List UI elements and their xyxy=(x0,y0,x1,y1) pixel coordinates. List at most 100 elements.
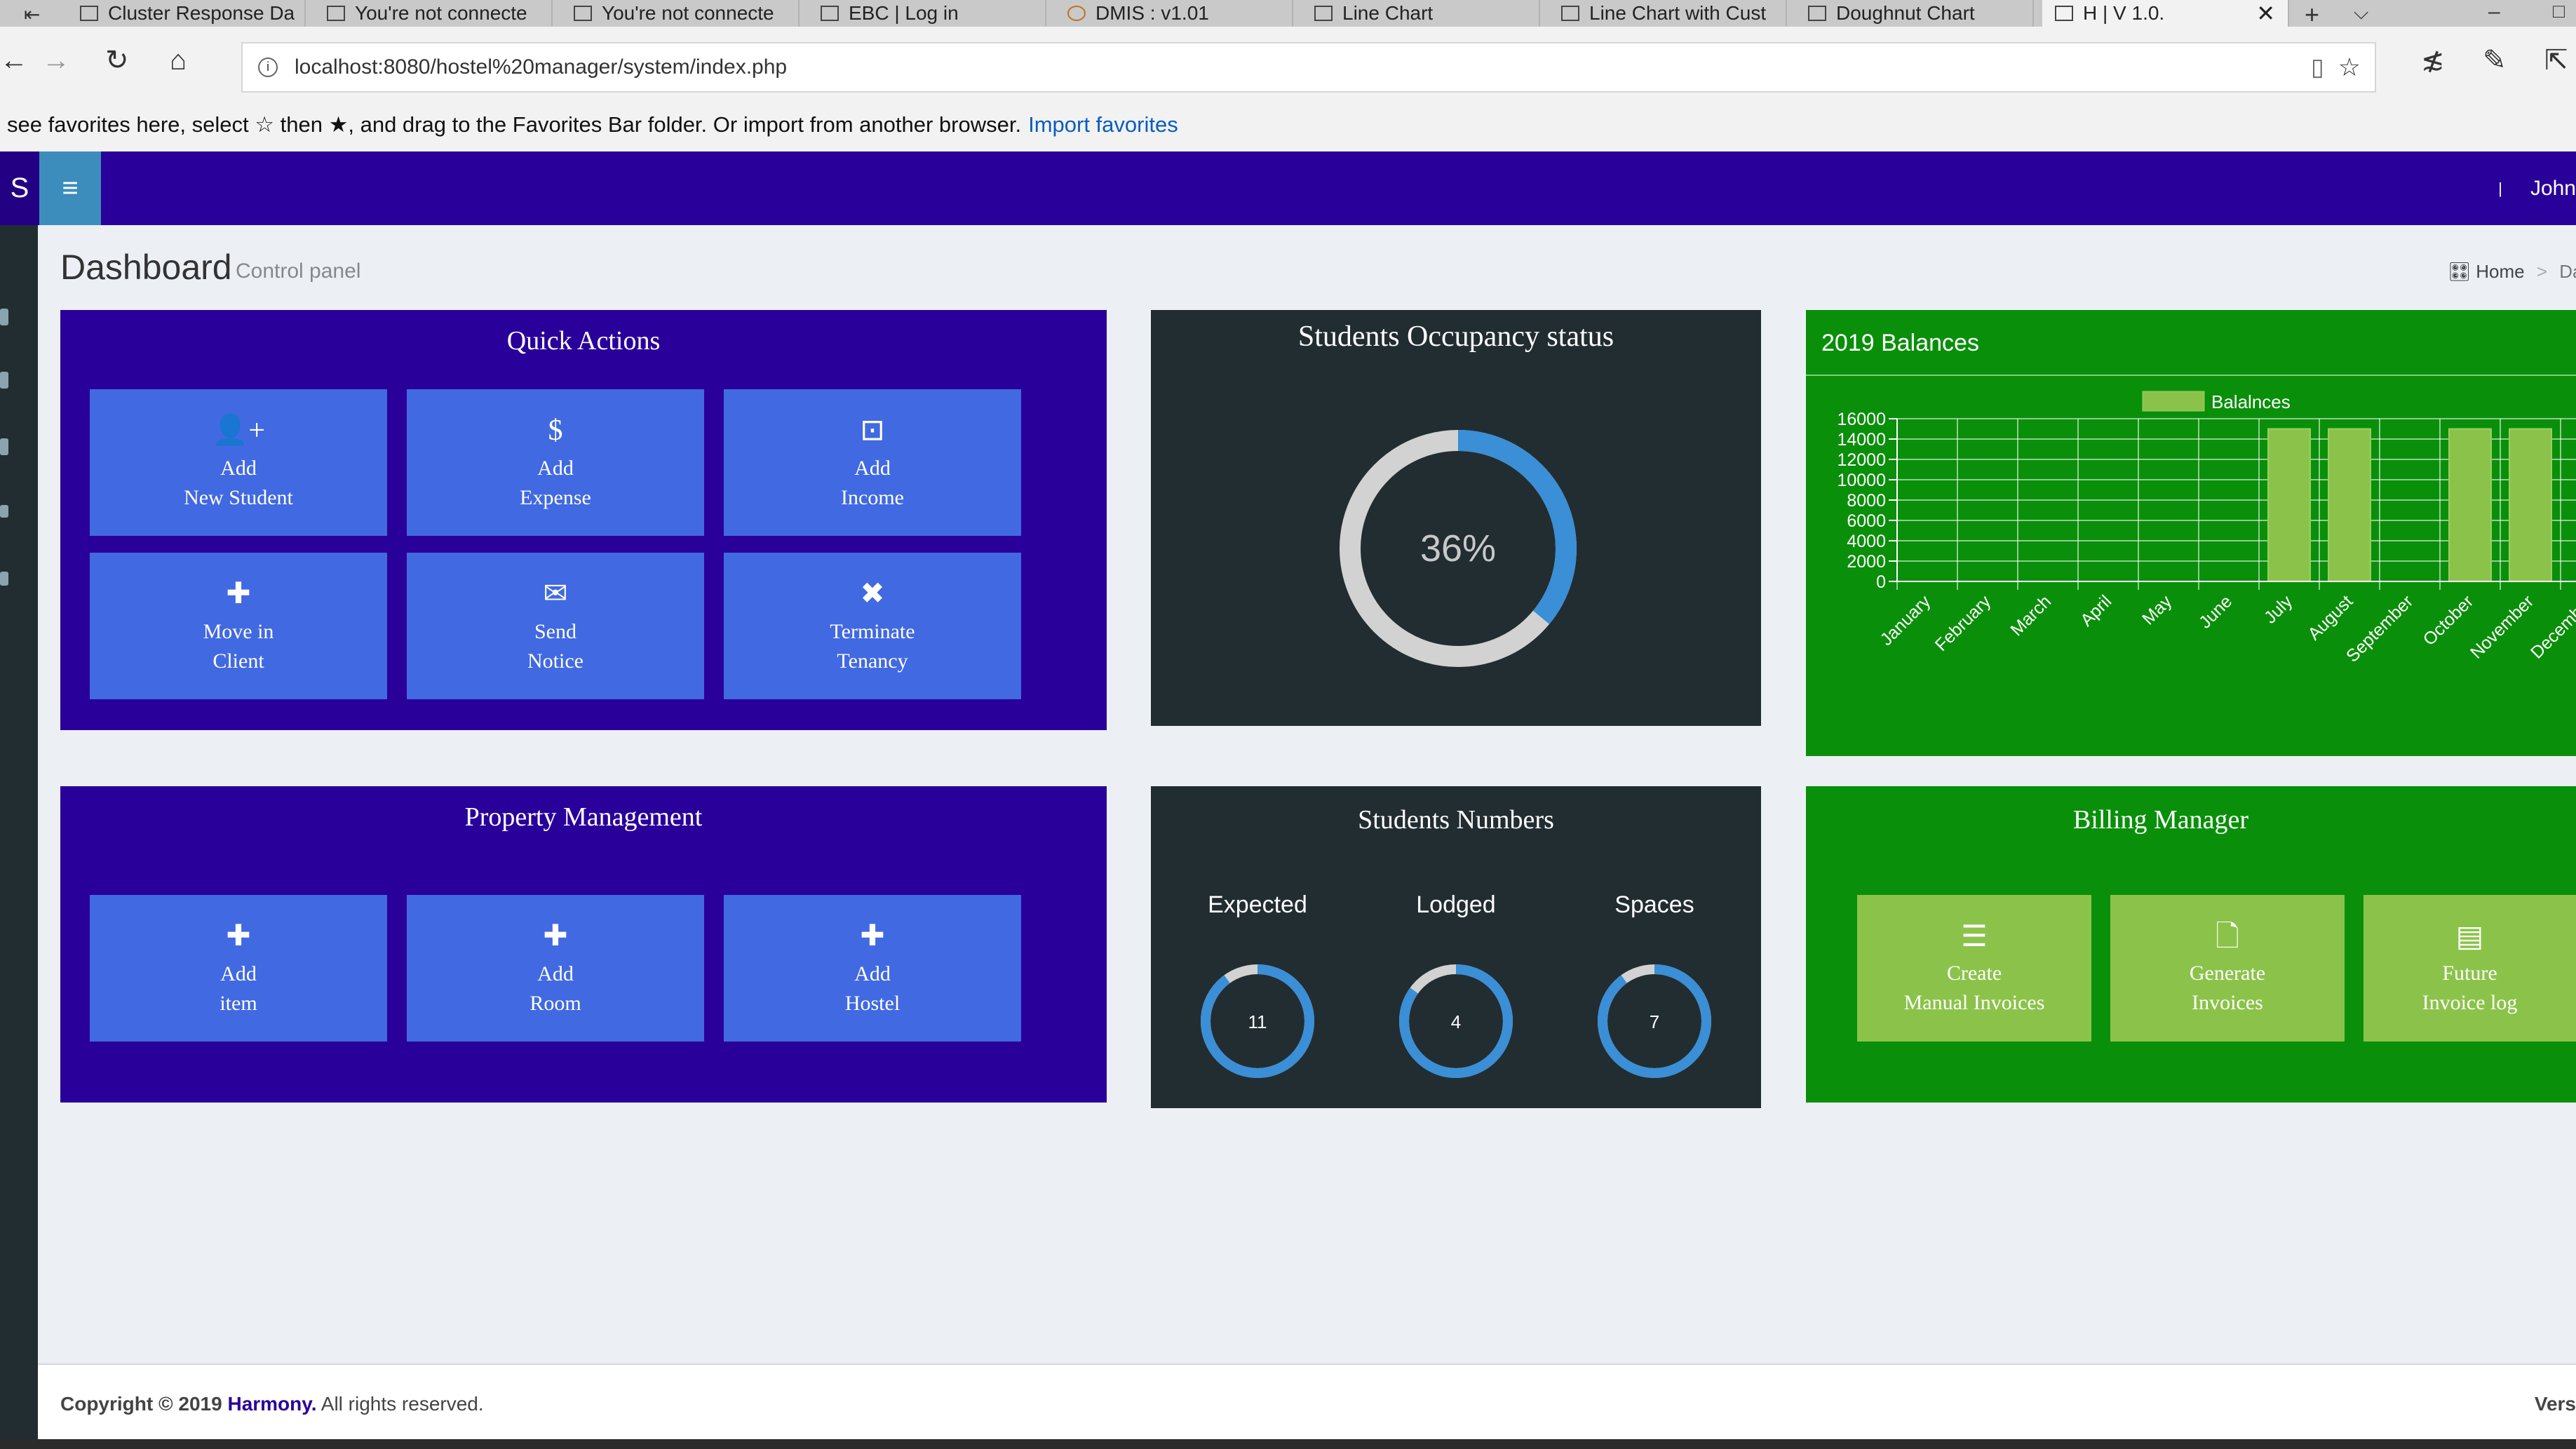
browser-tab[interactable]: DMIS : v1.01 xyxy=(1055,0,1293,27)
favorite-star-icon[interactable]: ☆ xyxy=(2338,53,2361,82)
minimize-icon[interactable]: – xyxy=(2488,0,2500,24)
dashboard-icon: 🎛 xyxy=(2448,261,2472,282)
reading-view-icon[interactable]: ▯ xyxy=(2311,53,2324,81)
version-text: Vers xyxy=(2534,1393,2576,1415)
url-field[interactable]: i localhost:8080/hostel%20manager/system… xyxy=(241,42,2376,93)
y-tick-label: 16000 xyxy=(1837,410,1886,429)
sidebar-icon[interactable] xyxy=(0,572,8,586)
button-label-line2: Tenancy xyxy=(837,649,908,673)
add-new-student-button[interactable]: 👤+ Add New Student xyxy=(90,389,387,536)
terminate-tenancy-button[interactable]: ✖ Terminate Tenancy xyxy=(724,553,1021,699)
page-icon xyxy=(1314,6,1333,21)
panel-title: Students Numbers xyxy=(1358,805,1554,835)
browser-tab[interactable]: Cluster Response Da xyxy=(67,0,306,27)
button-label-line1: Future xyxy=(2442,961,2497,985)
page-title: Dashboard xyxy=(60,248,232,287)
balances-bar-chart: Balalnces 0200040006000800010000120001400… xyxy=(1837,391,2576,666)
legend-swatch xyxy=(2142,391,2205,412)
envelope-icon: ✉ xyxy=(543,577,568,610)
brand-link[interactable]: Harmony. xyxy=(227,1393,316,1415)
sidebar-icon[interactable] xyxy=(0,372,8,389)
share-icon[interactable]: ⇱ xyxy=(2544,46,2568,74)
add-expense-button[interactable]: $ Add Expense xyxy=(407,389,704,536)
panel-title: Property Management xyxy=(464,802,703,832)
spaces-value: 7 xyxy=(1650,1011,1659,1032)
back-icon[interactable]: ← xyxy=(0,46,28,74)
lodged-value: 4 xyxy=(1451,1011,1461,1032)
expected-ring: 11 xyxy=(1201,964,1314,1078)
money-icon: ⊡ xyxy=(860,414,885,447)
send-notice-button[interactable]: ✉ Send Notice xyxy=(407,553,704,699)
browser-tab[interactable]: You're not connecte xyxy=(314,0,553,27)
spaces-label: Spaces xyxy=(1614,891,1694,918)
x-tick-label: August xyxy=(2304,591,2356,644)
browser-tab[interactable]: EBC | Log in xyxy=(808,0,1046,27)
browser-tab[interactable]: Line Chart xyxy=(1302,0,1540,27)
bar xyxy=(2448,428,2492,582)
page-icon xyxy=(574,6,592,21)
button-label-line1: Terminate xyxy=(830,619,915,643)
x-tick-label: November xyxy=(2467,591,2537,662)
user-name: John xyxy=(2530,176,2576,200)
plus-icon: ✚ xyxy=(226,919,251,952)
times-icon: ✖ xyxy=(860,577,885,610)
occupancy-panel: Students Occupancy status 36% xyxy=(1151,310,1761,726)
info-icon[interactable]: i xyxy=(258,58,278,77)
y-tick-label: 8000 xyxy=(1847,491,1886,511)
refresh-icon[interactable]: ↻ xyxy=(105,46,129,74)
forward-icon[interactable]: → xyxy=(42,46,70,74)
create-manual-invoices-button[interactable]: ☰ Create Manual Invoices xyxy=(1857,895,2091,1042)
browser-tab[interactable]: Line Chart with Cust xyxy=(1549,0,1787,27)
pen-icon[interactable]: ✎ xyxy=(2483,46,2507,74)
app-header xyxy=(0,151,2576,225)
import-favorites-link[interactable]: Import favorites xyxy=(1028,112,1178,137)
sidebar-icon[interactable] xyxy=(0,309,8,325)
tab-title: EBC | Log in xyxy=(849,2,959,24)
plus-icon: ✚ xyxy=(860,919,885,952)
copyright-text: Copyright © 2019 xyxy=(60,1393,222,1415)
tab-title: Line Chart xyxy=(1342,2,1434,24)
browser-tab[interactable]: You're not connecte xyxy=(561,0,800,27)
generate-invoices-button[interactable]: 🗋 Generate Invoices xyxy=(2110,895,2345,1042)
future-invoice-log-button[interactable]: ▤ Future Invoice log xyxy=(2363,895,2576,1042)
home-icon[interactable]: ⌂ xyxy=(170,46,187,74)
spaces-ring: 7 xyxy=(1598,964,1711,1078)
button-label-line2: item xyxy=(220,991,257,1015)
page-subtitle: Control panel xyxy=(236,260,361,283)
breadcrumb-home[interactable]: Home xyxy=(2476,261,2524,282)
sidebar-icon[interactable] xyxy=(0,505,8,518)
add-income-button[interactable]: ⊡ Add Income xyxy=(724,389,1021,536)
user-divider: | xyxy=(2498,179,2502,197)
plus-icon: ✚ xyxy=(226,577,251,610)
sidebar-toggle-button[interactable]: ≡ xyxy=(39,151,101,225)
add-item-button[interactable]: ✚ Add item xyxy=(90,895,387,1042)
x-tick-label: March xyxy=(2007,591,2055,640)
browser-tab[interactable]: Doughnut Chart xyxy=(1795,0,2034,27)
tab-list-chevron-icon[interactable]: ⌵ xyxy=(2354,1,2368,25)
y-tick-label: 12000 xyxy=(1837,450,1886,470)
move-in-client-button[interactable]: ✚ Move in Client xyxy=(90,553,387,699)
expected-value: 11 xyxy=(1248,1011,1267,1032)
footer: Copyright © 2019 Harmony. All rights res… xyxy=(38,1363,2576,1445)
button-label-line1: Add xyxy=(854,962,891,985)
balances-panel: 2019 Balances Balalnces 0 2000 4000 6000 8000… xyxy=(1806,310,2576,756)
page-icon xyxy=(1561,6,1579,21)
favorites-hub-icon[interactable]: ≴ xyxy=(2421,46,2445,74)
back-to-tabs-icon[interactable]: ⇤ xyxy=(24,3,40,26)
add-room-button[interactable]: ✚ Add Room xyxy=(407,895,704,1042)
user-menu[interactable]: | John xyxy=(2498,151,2576,225)
x-tick-label: April xyxy=(2077,591,2115,630)
page-icon xyxy=(821,6,839,21)
bar xyxy=(2509,428,2552,582)
browser-tab-active[interactable]: H | V 1.0. ✕ xyxy=(2042,0,2289,27)
sidebar-icon[interactable] xyxy=(0,438,8,455)
tab-title: Cluster Response Da xyxy=(108,2,295,24)
button-label-line2: Hostel xyxy=(844,991,901,1015)
button-label-line2: Invoice log xyxy=(2422,990,2518,1014)
sidebar xyxy=(0,225,38,1445)
close-tab-icon[interactable]: ✕ xyxy=(2256,0,2275,27)
new-tab-icon[interactable]: + xyxy=(2305,0,2319,29)
add-hostel-button[interactable]: ✚ Add Hostel xyxy=(724,895,1021,1042)
maximize-icon[interactable]: □ xyxy=(2553,0,2565,22)
app-logo[interactable]: S xyxy=(0,151,39,225)
